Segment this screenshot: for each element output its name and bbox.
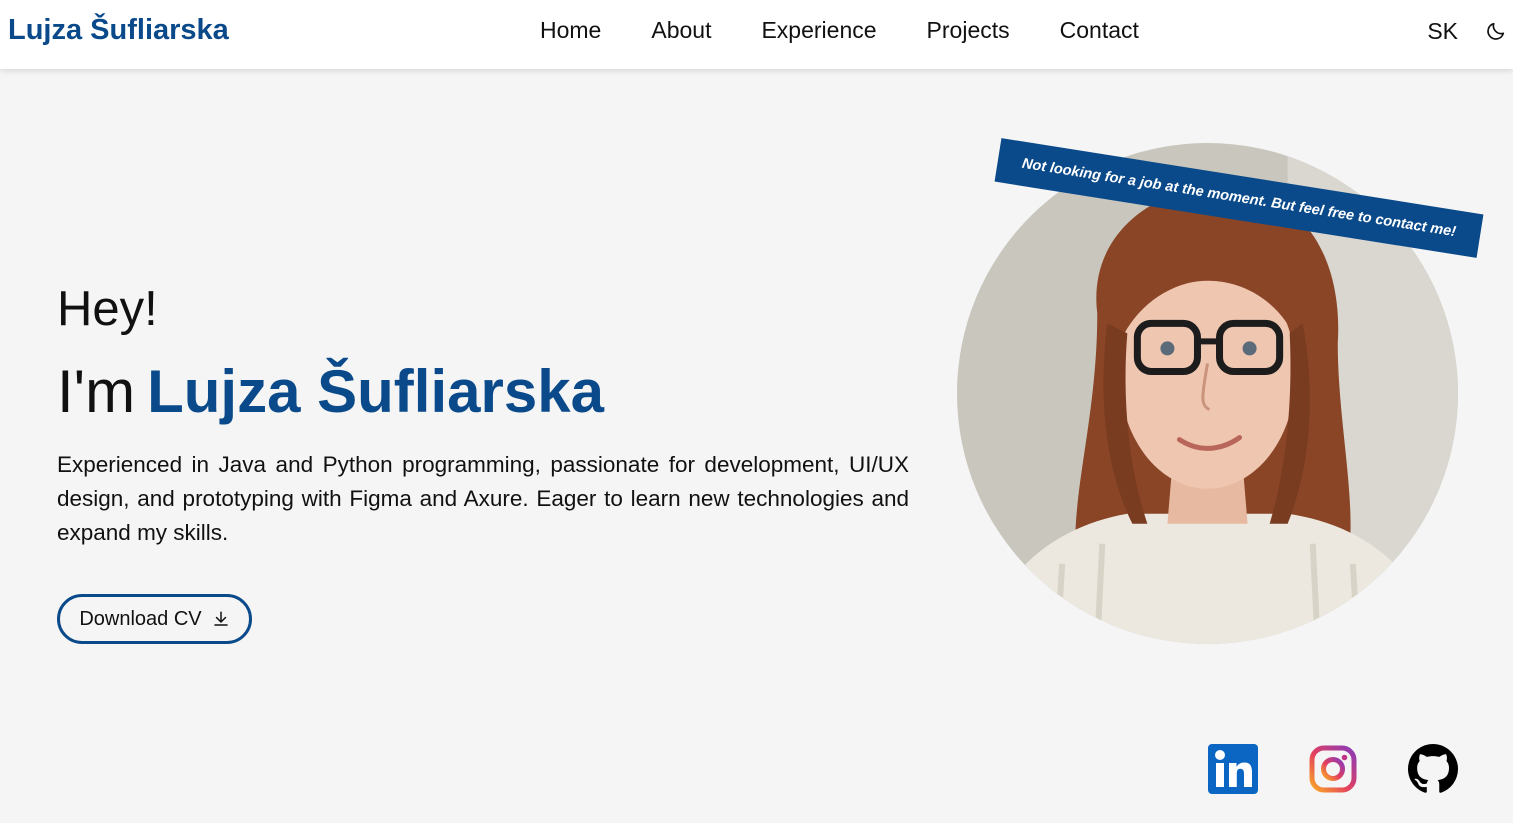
social-links bbox=[1208, 744, 1458, 794]
nav-home[interactable]: Home bbox=[540, 17, 601, 44]
greeting: Hey! bbox=[57, 282, 158, 336]
hero-name: Lujza Šufliarska bbox=[147, 358, 604, 425]
download-cv-label: Download CV bbox=[79, 607, 202, 630]
github-icon[interactable] bbox=[1408, 744, 1458, 794]
nav-projects[interactable]: Projects bbox=[927, 17, 1010, 44]
download-icon bbox=[213, 611, 228, 626]
download-cv-button[interactable]: Download CV bbox=[57, 594, 252, 644]
moon-icon[interactable] bbox=[1485, 20, 1507, 42]
linkedin-icon[interactable] bbox=[1208, 744, 1258, 794]
hero-intro: Hey! I'm Lujza Šufliarska Experienced in… bbox=[57, 285, 909, 550]
intro-prefix: I'm bbox=[57, 358, 136, 425]
brand-logo[interactable]: Lujza Šufliarska bbox=[8, 14, 229, 47]
instagram-icon[interactable] bbox=[1308, 744, 1358, 794]
nav-experience[interactable]: Experience bbox=[761, 17, 876, 44]
hero-title: I'm Lujza Šufliarska bbox=[57, 362, 909, 422]
nav-contact[interactable]: Contact bbox=[1060, 17, 1139, 44]
nav-links: Home About Experience Projects Contact bbox=[540, 17, 1189, 44]
hero-description: Experienced in Java and Python programmi… bbox=[57, 452, 909, 545]
navbar: Lujza Šufliarska Home About Experience P… bbox=[0, 0, 1513, 69]
language-switch[interactable]: SK bbox=[1427, 18, 1458, 45]
nav-about[interactable]: About bbox=[651, 17, 711, 44]
